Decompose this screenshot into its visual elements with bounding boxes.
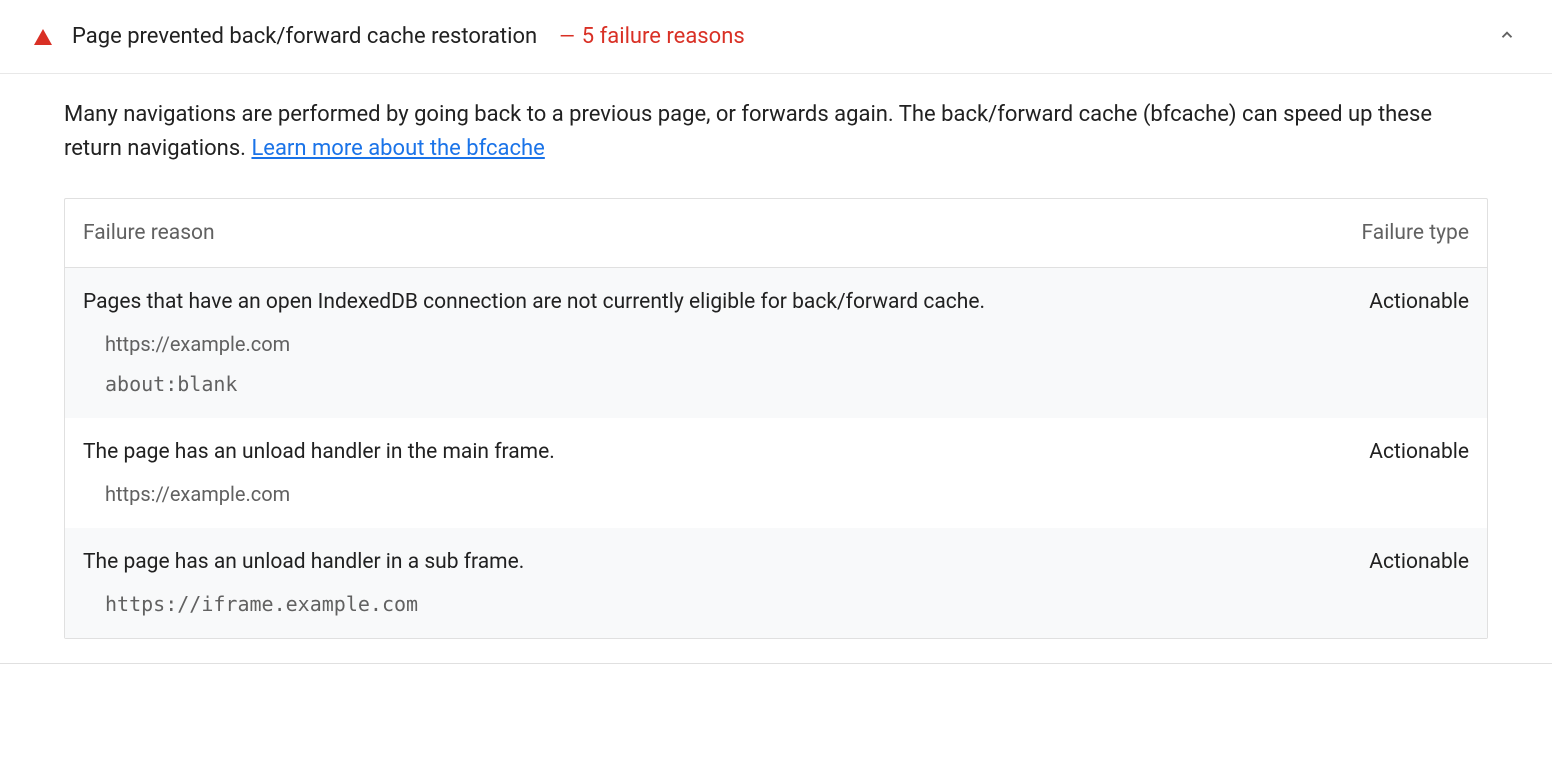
failure-url-list: https://example.com about:blank [83, 332, 1469, 396]
failure-url-list: https://iframe.example.com [83, 592, 1469, 616]
failure-type-text: Actionable [1309, 440, 1469, 464]
failure-reason-text: The page has an unload handler in the ma… [83, 440, 1309, 464]
col-header-reason: Failure reason [83, 221, 1309, 245]
failure-reason-text: Pages that have an open IndexedDB connec… [83, 290, 1309, 314]
table-header-row: Failure reason Failure type [65, 199, 1487, 268]
failure-url: https://example.com [105, 332, 1469, 356]
learn-more-link[interactable]: Learn more about the bfcache [251, 136, 544, 161]
audit-title: Page prevented back/forward cache restor… [72, 24, 537, 49]
table-row: The page has an unload handler in the ma… [65, 418, 1487, 528]
audit-content: Many navigations are performed by going … [0, 74, 1552, 639]
bfcache-audit-panel: Page prevented back/forward cache restor… [0, 0, 1552, 664]
audit-header[interactable]: Page prevented back/forward cache restor… [0, 0, 1552, 74]
failure-reason-text: The page has an unload handler in a sub … [83, 550, 1309, 574]
failure-url-list: https://example.com [83, 482, 1469, 506]
table-row: Pages that have an open IndexedDB connec… [65, 268, 1487, 418]
failure-url: https://example.com [105, 482, 1469, 506]
table-body: Pages that have an open IndexedDB connec… [65, 268, 1487, 638]
failure-type-text: Actionable [1309, 550, 1469, 574]
failure-url: about:blank [105, 372, 1469, 396]
chevron-up-icon[interactable] [1498, 25, 1516, 49]
table-row: The page has an unload handler in a sub … [65, 528, 1487, 638]
dash-separator: — [559, 24, 575, 48]
failure-url: https://iframe.example.com [105, 592, 1469, 616]
col-header-type: Failure type [1309, 221, 1469, 245]
failure-table: Failure reason Failure type Pages that h… [64, 198, 1488, 639]
failure-type-text: Actionable [1309, 290, 1469, 314]
triangle-warning-icon [34, 29, 52, 45]
audit-subtitle: 5 failure reasons [582, 24, 745, 49]
audit-description: Many navigations are performed by going … [64, 98, 1488, 166]
